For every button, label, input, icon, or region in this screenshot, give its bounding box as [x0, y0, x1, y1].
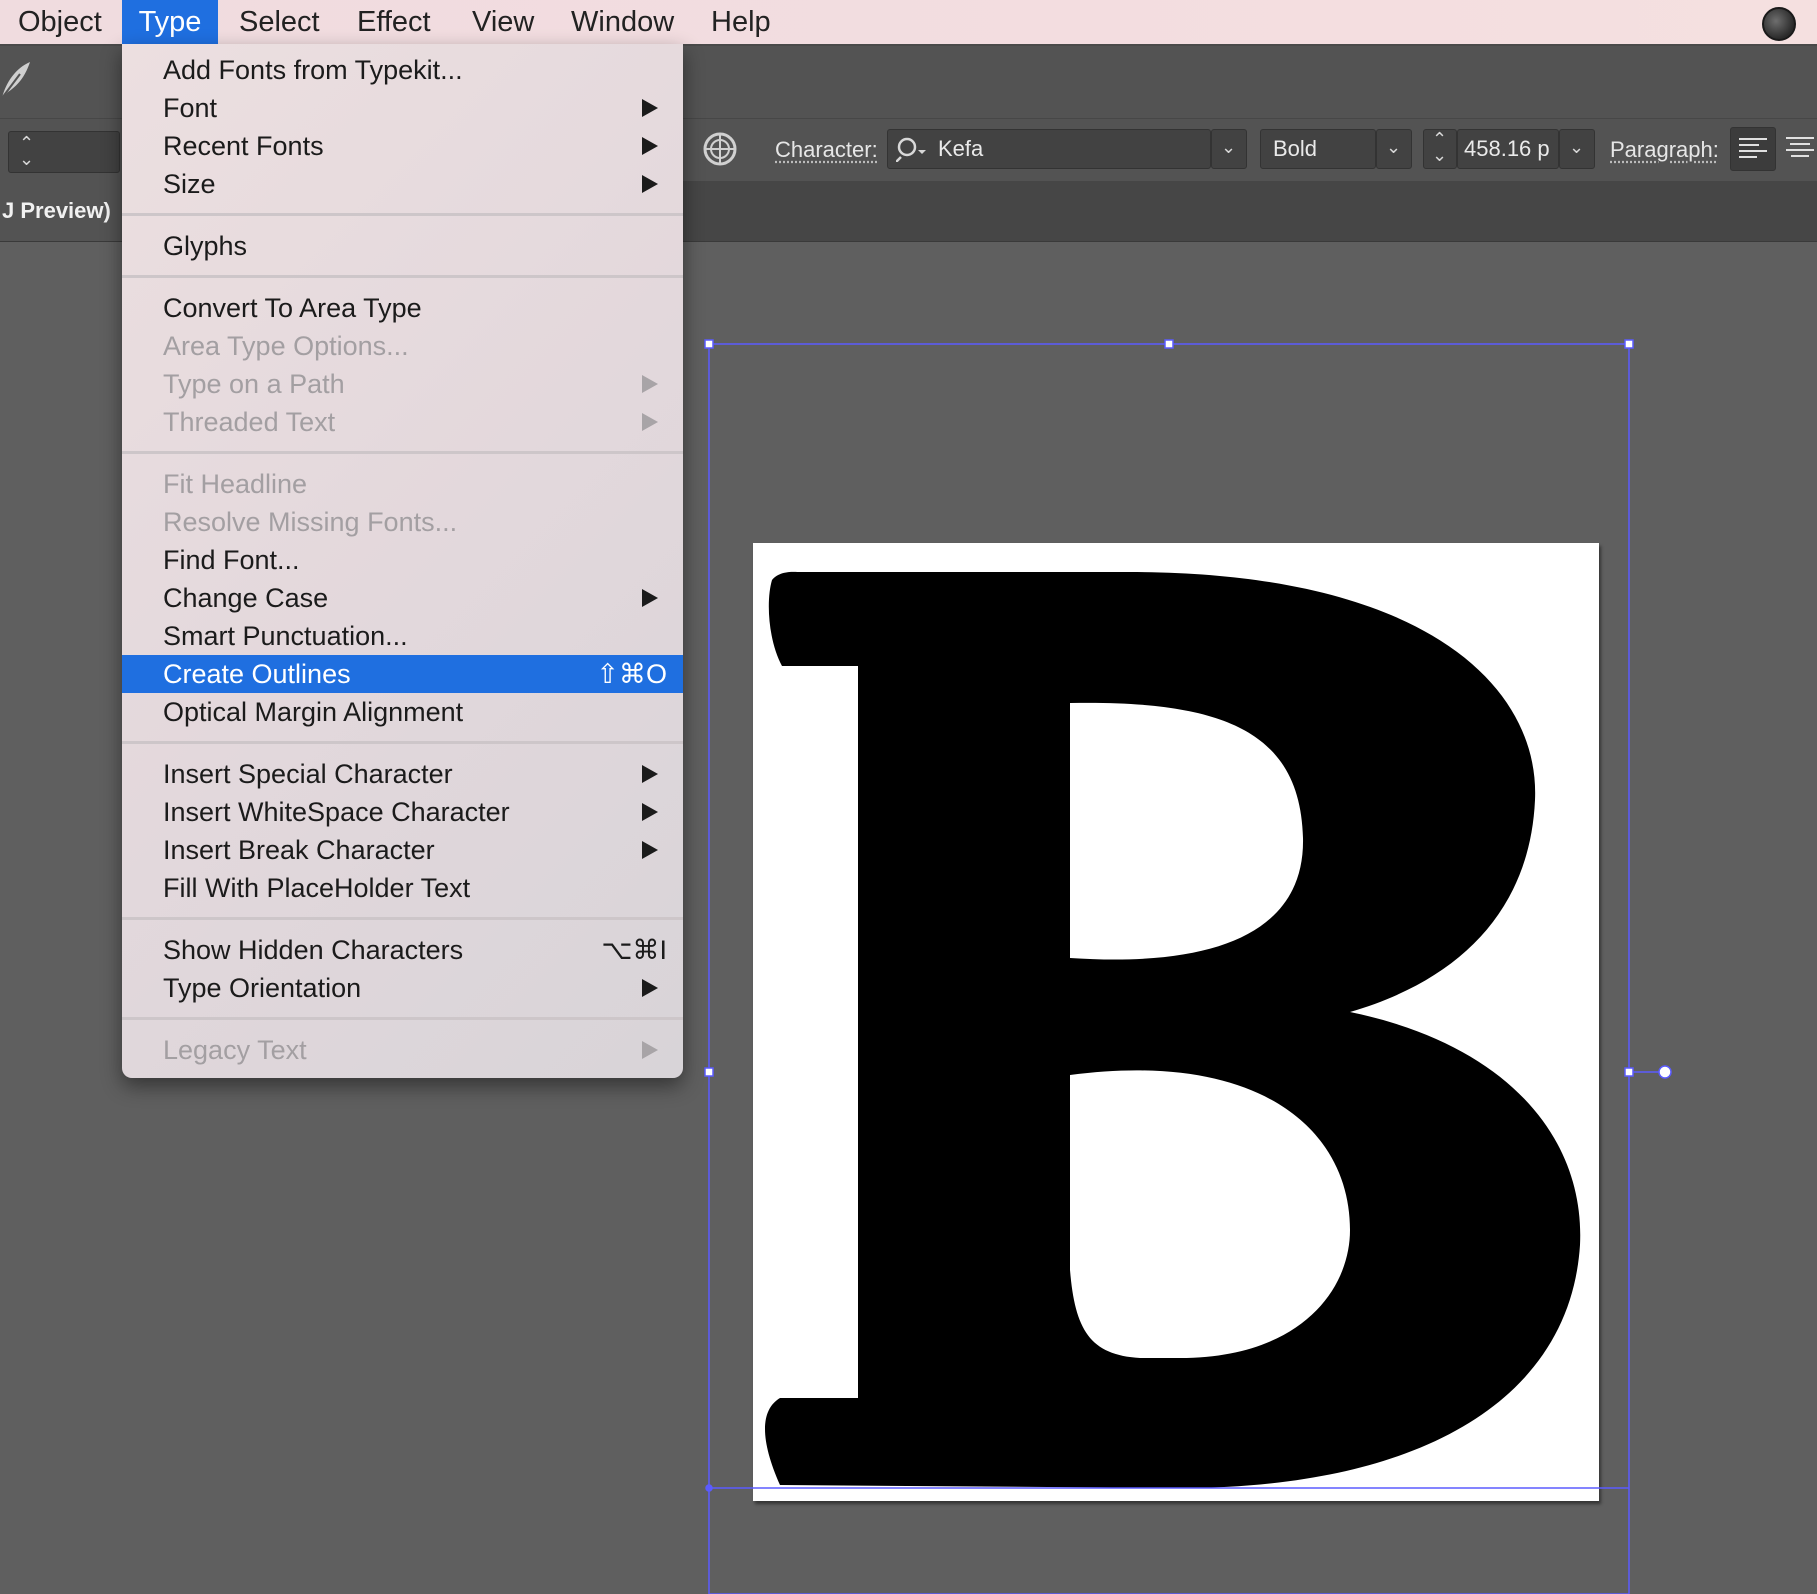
menu-item-label: Insert Special Character	[163, 759, 453, 789]
menu-separator	[122, 275, 683, 278]
menu-item-label: Add Fonts from Typekit...	[163, 55, 463, 85]
menu-item-label: Smart Punctuation...	[163, 621, 408, 651]
menu-item-area-type-options[interactable]: Area Type Options...	[122, 327, 683, 365]
menu-item-label: Area Type Options...	[163, 331, 409, 361]
menu-item-fit-headline[interactable]: Fit Headline	[122, 465, 683, 503]
submenu-arrow-icon	[642, 803, 658, 821]
menu-item-legacy-text[interactable]: Legacy Text	[122, 1031, 683, 1069]
menu-item-label: Type on a Path	[163, 369, 345, 399]
menu-item-label: Convert To Area Type	[163, 293, 422, 323]
menu-item-label: Create Outlines	[163, 659, 351, 689]
menu-item-create-outlines[interactable]: Create Outlines ⇧⌘O	[122, 655, 683, 693]
submenu-arrow-icon	[642, 99, 658, 117]
menu-item-convert-area-type[interactable]: Convert To Area Type	[122, 289, 683, 327]
menu-item-label: Resolve Missing Fonts...	[163, 507, 458, 537]
menu-item-label: Glyphs	[163, 231, 248, 261]
submenu-arrow-icon	[642, 765, 658, 783]
menu-item-show-hidden-chars[interactable]: Show Hidden Characters ⌥⌘I	[122, 931, 683, 969]
menu-item-label: Insert Break Character	[163, 835, 435, 865]
menu-separator	[122, 451, 683, 454]
menu-item-label: Threaded Text	[163, 407, 336, 437]
menu-item-glyphs[interactable]: Glyphs	[122, 227, 683, 265]
menu-item-label: Type Orientation	[163, 973, 362, 1003]
menu-item-label: Insert WhiteSpace Character	[163, 797, 510, 827]
menu-separator	[122, 741, 683, 744]
menu-item-change-case[interactable]: Change Case	[122, 579, 683, 617]
submenu-arrow-icon	[642, 589, 658, 607]
menu-item-optical-margin[interactable]: Optical Margin Alignment	[122, 693, 683, 731]
glyph-b-shape[interactable]	[765, 571, 1581, 1488]
menu-item-find-font[interactable]: Find Font...	[122, 541, 683, 579]
submenu-arrow-icon	[642, 979, 658, 997]
menu-separator	[122, 1017, 683, 1020]
menu-item-size[interactable]: Size	[122, 165, 683, 203]
menu-item-add-fonts[interactable]: Add Fonts from Typekit...	[122, 51, 683, 89]
menu-item-type-on-path[interactable]: Type on a Path	[122, 365, 683, 403]
menu-item-type-orientation[interactable]: Type Orientation	[122, 969, 683, 1007]
submenu-arrow-icon	[642, 413, 658, 431]
submenu-arrow-icon	[642, 375, 658, 393]
menu-item-label: Legacy Text	[163, 1035, 307, 1065]
menu-item-smart-punctuation[interactable]: Smart Punctuation...	[122, 617, 683, 655]
menu-item-label: Fit Headline	[163, 469, 308, 499]
submenu-arrow-icon	[642, 175, 658, 193]
menu-item-label: Fill With PlaceHolder Text	[163, 873, 471, 903]
menu-item-label: Change Case	[163, 583, 329, 613]
menu-item-insert-whitespace-char[interactable]: Insert WhiteSpace Character	[122, 793, 683, 831]
menu-item-label: Show Hidden Characters	[163, 935, 464, 965]
menu-item-resolve-missing-fonts[interactable]: Resolve Missing Fonts...	[122, 503, 683, 541]
menu-item-label: Font	[163, 93, 218, 123]
menu-item-label: Recent Fonts	[163, 131, 324, 161]
menu-item-shortcut: ⇧⌘O	[596, 659, 667, 689]
submenu-arrow-icon	[642, 137, 658, 155]
menu-item-insert-break-char[interactable]: Insert Break Character	[122, 831, 683, 869]
menu-item-font[interactable]: Font	[122, 89, 683, 127]
menu-item-threaded-text[interactable]: Threaded Text	[122, 403, 683, 441]
menu-item-fill-placeholder[interactable]: Fill With PlaceHolder Text	[122, 869, 683, 907]
menu-item-label: Find Font...	[163, 545, 300, 575]
menu-item-label: Size	[163, 169, 216, 199]
menu-item-insert-special-char[interactable]: Insert Special Character	[122, 755, 683, 793]
submenu-arrow-icon	[642, 841, 658, 859]
menu-item-label: Optical Margin Alignment	[163, 697, 464, 727]
menu-item-shortcut: ⌥⌘I	[601, 935, 667, 965]
menu-item-recent-fonts[interactable]: Recent Fonts	[122, 127, 683, 165]
menu-separator	[122, 917, 683, 920]
menu-separator	[122, 213, 683, 216]
submenu-arrow-icon	[642, 1041, 658, 1059]
type-menu-dropdown: Add Fonts from Typekit... Font Recent Fo…	[122, 44, 683, 1078]
